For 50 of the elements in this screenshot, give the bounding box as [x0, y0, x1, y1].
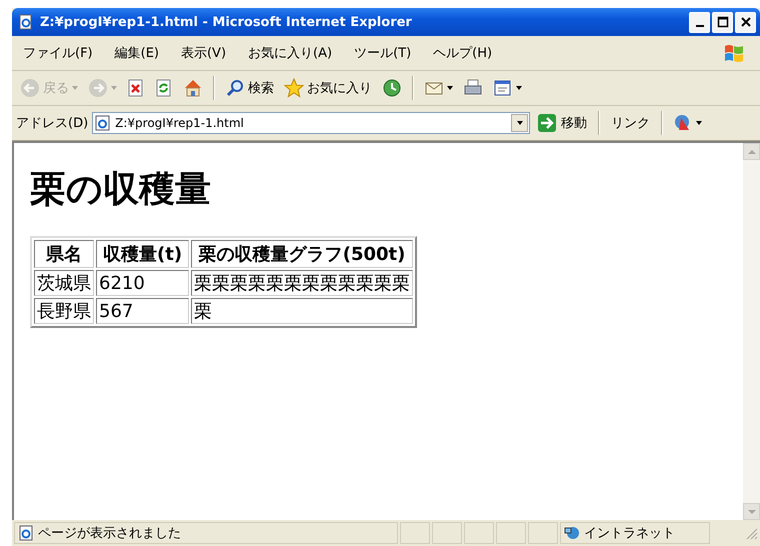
stop-icon — [127, 79, 145, 97]
favorites-button[interactable]: お気に入り — [280, 76, 376, 100]
page-icon — [18, 525, 34, 541]
go-label: 移動 — [561, 115, 588, 132]
refresh-icon — [155, 79, 173, 97]
go-button[interactable]: 移動 — [534, 111, 590, 135]
table-cell: 茨城県 — [34, 270, 94, 296]
column-header: 栗の収穫量グラフ(500t) — [191, 240, 414, 268]
window-title: Z:¥progI¥rep1-1.html - Microsoft Internet Explorer — [40, 14, 413, 30]
address-label: アドレス(D) — [16, 115, 88, 132]
column-header: 収穫量(t) — [96, 240, 190, 268]
dropdown-button[interactable] — [511, 114, 528, 132]
star-icon — [284, 78, 304, 98]
menu-item[interactable]: 編集(E) — [104, 44, 170, 62]
minimize-icon — [696, 25, 704, 27]
status-message: ページが表示されました — [38, 525, 181, 542]
status-panel — [464, 522, 494, 544]
menu-item[interactable]: お気に入り(A) — [237, 44, 344, 62]
links-button[interactable]: リンク — [608, 112, 654, 134]
status-panel — [400, 522, 430, 544]
table-cell: 栗 — [191, 298, 414, 324]
maximize-icon — [716, 16, 728, 28]
house-icon — [183, 78, 203, 98]
status-panel — [432, 522, 462, 544]
resize-grip-icon — [744, 526, 758, 540]
status-panel — [528, 522, 558, 544]
column-header: 県名 — [34, 240, 94, 268]
menu-item[interactable]: ツール(T) — [343, 44, 422, 62]
table-cell: 6210 — [96, 270, 190, 296]
edit-page-icon — [493, 78, 513, 98]
page-heading: 栗の収穫量 — [30, 168, 212, 212]
table-cell: 長野県 — [34, 298, 94, 324]
address-field[interactable]: Z:¥progI¥rep1-1.html — [92, 112, 530, 134]
close-button[interactable] — [735, 12, 756, 32]
security-zone: イントラネット — [584, 525, 675, 542]
search-button[interactable]: 検索 — [221, 76, 278, 100]
table-cell: 567 — [96, 298, 190, 324]
menu-item[interactable]: 表示(V) — [170, 44, 238, 62]
globe-network-icon — [564, 525, 580, 541]
close-icon — [740, 16, 752, 28]
clock-icon — [382, 78, 402, 98]
search-icon — [225, 78, 245, 98]
status-panel — [496, 522, 526, 544]
table-cell: 栗栗栗栗栗栗栗栗栗栗栗栗 — [191, 270, 414, 296]
minimize-button[interactable] — [689, 12, 710, 32]
browser-page-icon — [18, 14, 34, 30]
menu-item[interactable]: ファイル(F) — [12, 44, 104, 62]
maximize-button[interactable] — [712, 12, 733, 32]
menu-item[interactable]: ヘルプ(H) — [422, 44, 504, 62]
browser-page-icon — [95, 115, 112, 131]
